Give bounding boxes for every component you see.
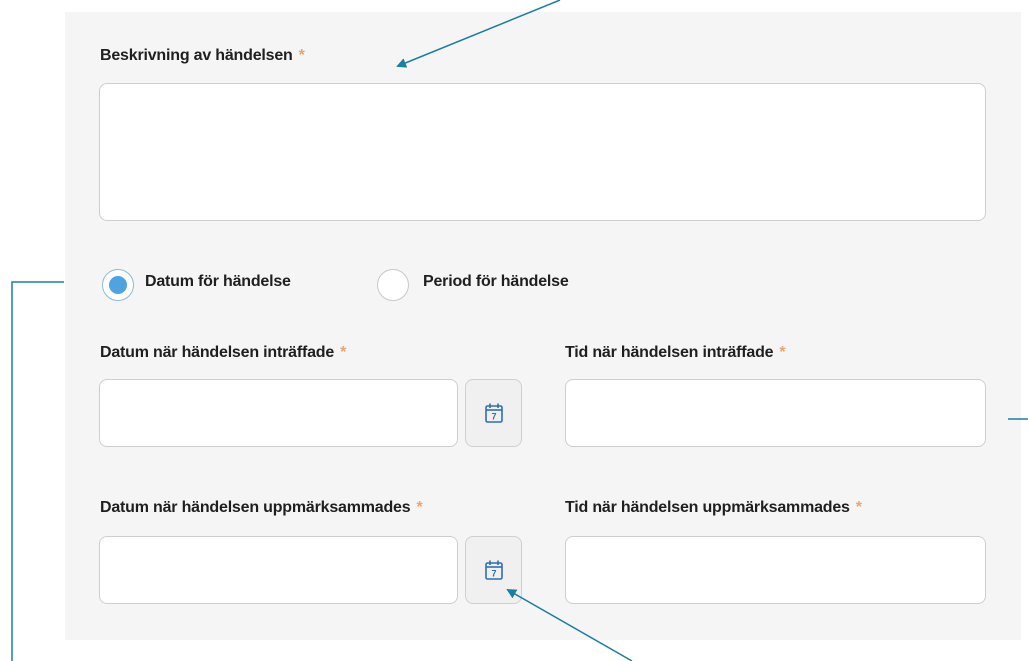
radio-period-of-event[interactable] bbox=[377, 269, 409, 301]
screenshot-stage: Beskrivning av händelsen * Datum för händ… bbox=[0, 0, 1028, 661]
radio-selected-dot bbox=[109, 276, 127, 294]
radio-period-of-event-label[interactable]: Period för händelse bbox=[423, 273, 569, 291]
radio-date-of-event[interactable] bbox=[102, 269, 134, 301]
noticed-date-calendar-button[interactable]: 7 bbox=[465, 536, 522, 604]
required-asterisk: * bbox=[340, 344, 347, 361]
noticed-date-label: Datum när händelsen uppmärksammades * bbox=[100, 499, 423, 517]
occurred-date-calendar-button[interactable]: 7 bbox=[465, 379, 522, 447]
occurred-date-label: Datum när händelsen inträffade * bbox=[100, 344, 346, 362]
calendar-icon: 7 bbox=[484, 560, 503, 580]
noticed-time-label: Tid när händelsen uppmärksammades * bbox=[565, 499, 862, 517]
occurred-time-label: Tid när händelsen inträffade * bbox=[565, 344, 786, 362]
required-asterisk: * bbox=[855, 499, 862, 516]
noticed-date-label-text: Datum när händelsen uppmärksammades bbox=[100, 499, 411, 516]
occurred-time-label-text: Tid när händelsen inträffade bbox=[565, 344, 774, 361]
calendar-icon: 7 bbox=[484, 403, 503, 423]
required-asterisk: * bbox=[298, 47, 305, 64]
required-asterisk: * bbox=[779, 344, 786, 361]
occurred-date-input[interactable] bbox=[99, 379, 458, 447]
calendar-icon-text: 7 bbox=[491, 569, 496, 579]
occurred-time-input[interactable] bbox=[565, 379, 986, 447]
radio-date-of-event-label[interactable]: Datum för händelse bbox=[145, 273, 291, 291]
noticed-time-label-text: Tid när händelsen uppmärksammades bbox=[565, 499, 850, 516]
description-textarea[interactable] bbox=[99, 83, 986, 221]
description-label: Beskrivning av händelsen * bbox=[100, 47, 305, 65]
required-asterisk: * bbox=[416, 499, 423, 516]
calendar-icon-text: 7 bbox=[491, 412, 496, 422]
annotation-bracket-left bbox=[11, 281, 64, 661]
description-label-text: Beskrivning av händelsen bbox=[100, 47, 293, 64]
noticed-time-input[interactable] bbox=[565, 536, 986, 604]
noticed-date-input[interactable] bbox=[99, 536, 458, 604]
occurred-date-label-text: Datum när händelsen inträffade bbox=[100, 344, 335, 361]
